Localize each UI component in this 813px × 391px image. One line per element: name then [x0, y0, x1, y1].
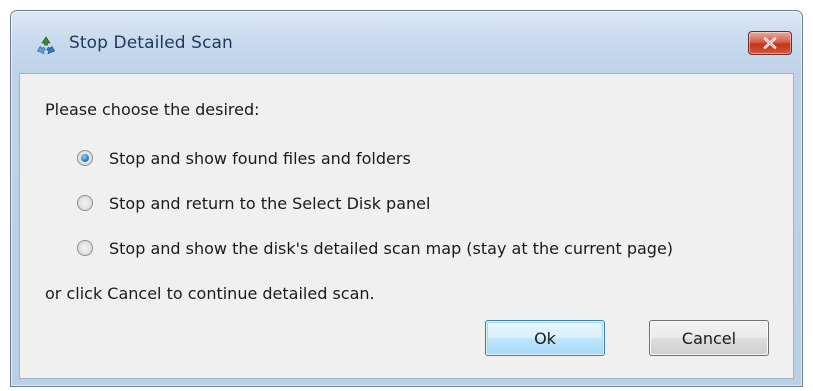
- option-return-to-select-disk[interactable]: Stop and return to the Select Disk panel: [77, 192, 430, 214]
- radio-button[interactable]: [77, 195, 93, 211]
- title-bar[interactable]: Stop Detailed Scan: [11, 11, 802, 73]
- dialog-body: Please choose the desired: Stop and show…: [19, 73, 794, 379]
- recycle-icon: [35, 35, 57, 57]
- option-show-scan-map[interactable]: Stop and show the disk's detailed scan m…: [77, 237, 673, 259]
- option-label: Stop and show found files and folders: [109, 148, 411, 168]
- close-button[interactable]: [748, 31, 792, 55]
- prompt-text: Please choose the desired:: [45, 100, 260, 119]
- cancel-button[interactable]: Cancel: [649, 320, 769, 356]
- ok-button[interactable]: Ok: [485, 320, 605, 356]
- option-label: Stop and return to the Select Disk panel: [109, 193, 431, 213]
- dialog-window: Stop Detailed Scan Please choose the des…: [10, 10, 803, 387]
- radio-button[interactable]: [77, 240, 93, 256]
- window-title: Stop Detailed Scan: [69, 33, 233, 53]
- radio-button-selected[interactable]: [77, 150, 93, 166]
- radio-dot: [81, 154, 89, 162]
- option-show-found-files[interactable]: Stop and show found files and folders: [77, 147, 411, 169]
- option-label: Stop and show the disk's detailed scan m…: [109, 238, 674, 258]
- close-icon: [763, 37, 777, 49]
- cancel-note-text: or click Cancel to continue detailed sca…: [45, 284, 375, 303]
